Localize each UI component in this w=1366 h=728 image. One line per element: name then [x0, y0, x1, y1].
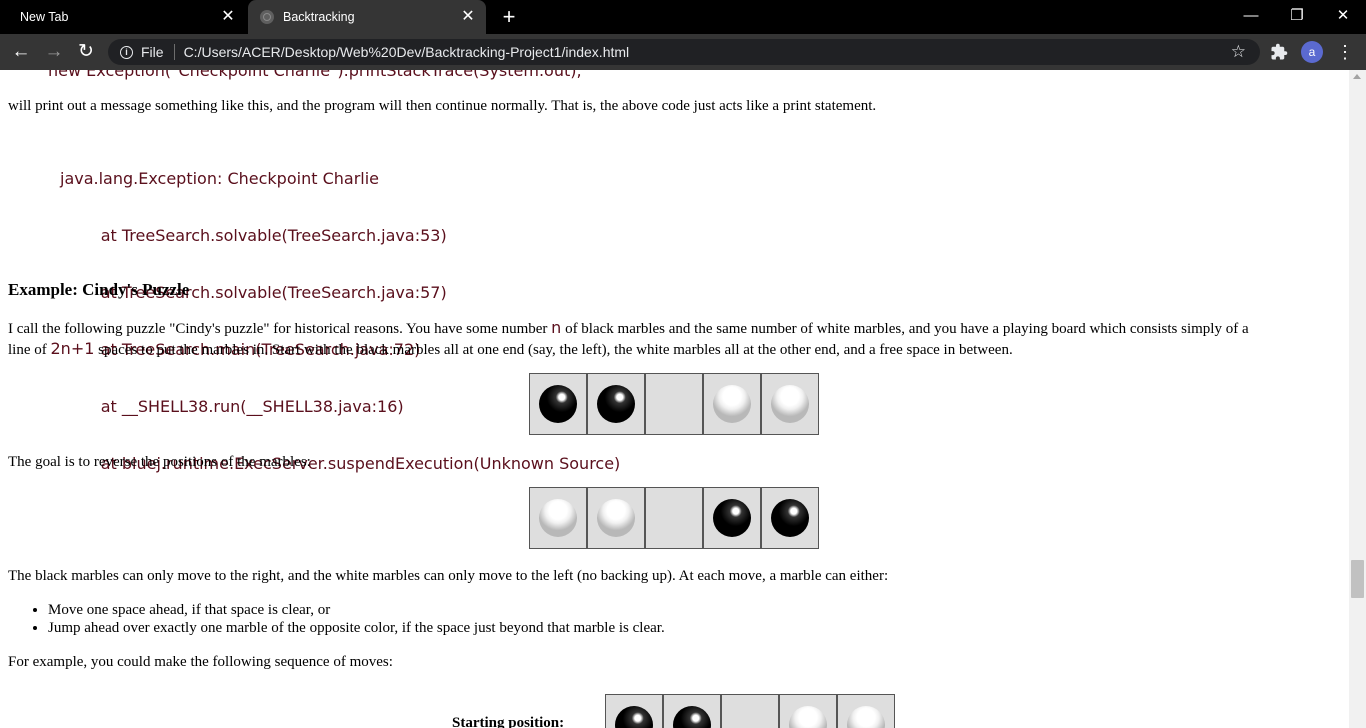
vertical-scrollbar[interactable]	[1349, 70, 1366, 728]
tab-backtracking[interactable]: Backtracking ✕	[248, 0, 486, 34]
board-cell	[722, 695, 778, 728]
board-cell	[588, 488, 644, 548]
starting-position-label: Starting position:	[452, 715, 565, 728]
info-icon[interactable]: i	[120, 45, 133, 59]
puzzle-intro-paragraph: I call the following puzzle "Cindy's puz…	[8, 318, 1338, 360]
board-goal-position	[529, 487, 819, 549]
text-span: of black marbles and the same number of …	[561, 321, 1249, 337]
bookmark-star-icon[interactable]: ☆	[1231, 42, 1246, 62]
board-cell	[664, 695, 720, 728]
restore-icon[interactable]: ❐	[1274, 0, 1320, 30]
url-text[interactable]: C:/Users/ACER/Desktop/Web%20Dev/Backtrac…	[184, 44, 630, 60]
text-span: I call the following puzzle "Cindy's puz…	[8, 321, 552, 337]
scroll-up-arrow-icon[interactable]	[1353, 74, 1361, 79]
close-tab-icon[interactable]: ✕	[220, 9, 236, 25]
page-viewport: new Exception("Checkpoint Charlie").prin…	[0, 70, 1349, 728]
board-cell	[646, 488, 702, 548]
scrollbar-thumb[interactable]	[1351, 560, 1364, 598]
white-marble-icon	[597, 499, 635, 537]
variable-2n-plus-1: 2n+1	[50, 339, 95, 358]
browser-toolbar: ← → ↻ i File C:/Users/ACER/Desktop/Web%2…	[0, 34, 1366, 70]
board-sequence-start	[605, 694, 895, 728]
text-span: spaces to put the marbles in. Start with…	[94, 342, 1013, 358]
board-cell	[704, 374, 760, 434]
new-tab-plus-icon[interactable]: +	[498, 6, 520, 28]
board-cell	[838, 695, 894, 728]
minimize-icon[interactable]: —	[1228, 0, 1274, 30]
board-cell	[530, 374, 586, 434]
board-cell	[588, 374, 644, 434]
scheme-label: File	[141, 44, 164, 60]
variable-n: n	[551, 318, 562, 337]
stack-trace-line: java.lang.Exception: Checkpoint Charlie	[60, 169, 379, 188]
board-cell	[606, 695, 662, 728]
section-heading: Example: Cindy's Puzzle	[8, 280, 190, 299]
white-marble-icon	[539, 499, 577, 537]
moves-paragraph: The black marbles can only move to the r…	[8, 568, 889, 584]
stack-trace-line: at TreeSearch.solvable(TreeSearch.java:5…	[60, 226, 447, 245]
globe-favicon-icon	[260, 10, 274, 24]
example-paragraph: For example, you could make the followin…	[8, 654, 393, 670]
forward-arrow-icon[interactable]: →	[42, 40, 66, 64]
board-cell	[646, 374, 702, 434]
board-cell	[762, 488, 818, 548]
paragraph-after-code: will print out a message something like …	[8, 98, 877, 114]
black-marble-icon	[615, 706, 653, 728]
goal-paragraph: The goal is to reverse the positions of …	[8, 454, 311, 470]
tab-strip: New Tab ✕ Backtracking ✕ + — ❐ ✕	[0, 0, 1366, 34]
divider	[173, 44, 175, 60]
tab-new-tab[interactable]: New Tab ✕	[0, 0, 246, 34]
reload-icon[interactable]: ↻	[74, 40, 98, 64]
board-cell	[704, 488, 760, 548]
black-marble-icon	[713, 499, 751, 537]
board-start-position	[529, 373, 819, 435]
tab-title: Backtracking	[283, 10, 355, 24]
back-arrow-icon[interactable]: ←	[9, 40, 33, 64]
board-cell	[530, 488, 586, 548]
black-marble-icon	[771, 499, 809, 537]
white-marble-icon	[771, 385, 809, 423]
kebab-menu-icon[interactable]: ⋮	[1336, 40, 1354, 64]
black-marble-icon	[673, 706, 711, 728]
text-span: line of	[8, 342, 51, 358]
board-cell	[780, 695, 836, 728]
profile-avatar[interactable]: a	[1301, 41, 1323, 63]
code-line-partial: new Exception("Checkpoint Charlie").prin…	[48, 70, 582, 80]
extensions-puzzle-icon[interactable]	[1270, 43, 1288, 61]
close-tab-icon[interactable]: ✕	[460, 9, 476, 25]
close-window-icon[interactable]: ✕	[1320, 0, 1366, 30]
list-item: Move one space ahead, if that space is c…	[48, 601, 665, 619]
black-marble-icon	[597, 385, 635, 423]
address-bar[interactable]: i File C:/Users/ACER/Desktop/Web%20Dev/B…	[108, 39, 1260, 65]
white-marble-icon	[789, 706, 827, 728]
board-cell	[762, 374, 818, 434]
rules-list: Move one space ahead, if that space is c…	[8, 601, 665, 637]
white-marble-icon	[847, 706, 885, 728]
white-marble-icon	[713, 385, 751, 423]
black-marble-icon	[539, 385, 577, 423]
tab-title: New Tab	[20, 10, 69, 24]
list-item: Jump ahead over exactly one marble of th…	[48, 619, 665, 637]
